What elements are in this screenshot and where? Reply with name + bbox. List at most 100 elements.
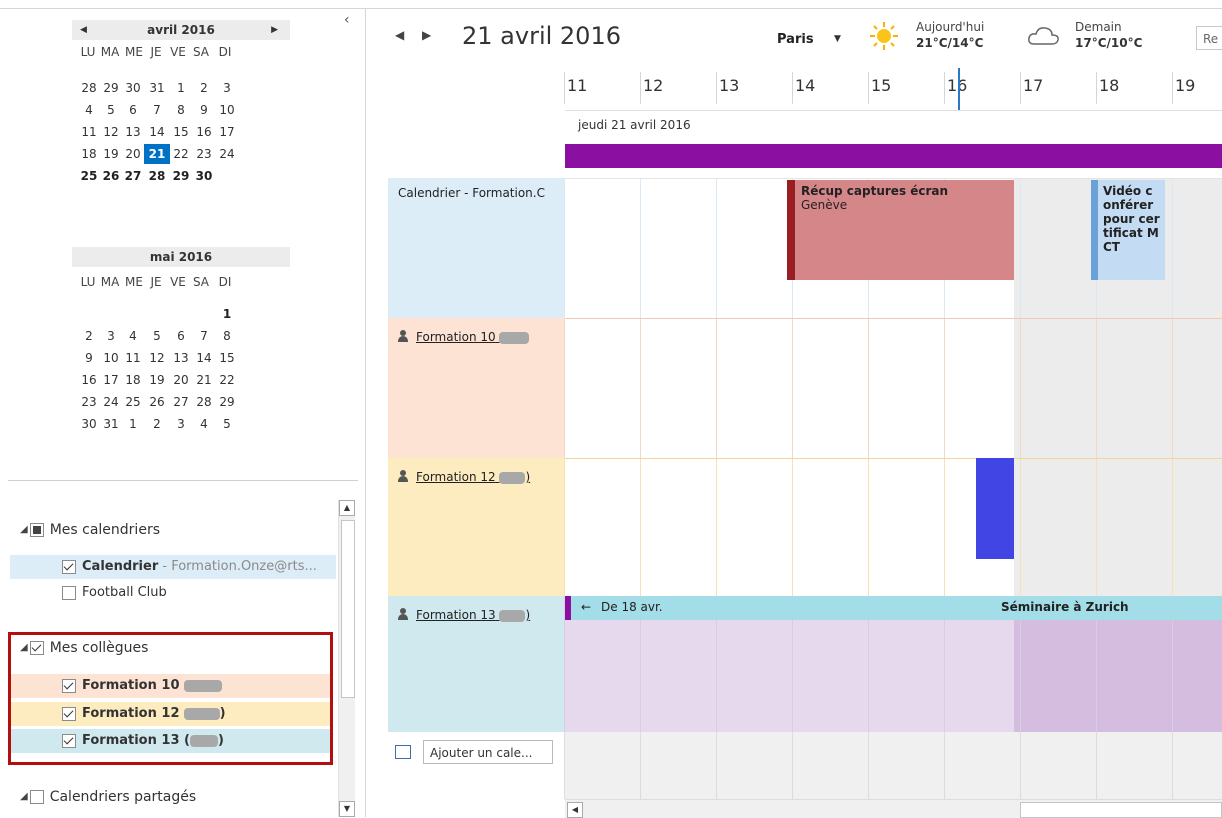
schedule-row-formation-12[interactable] xyxy=(564,458,1222,597)
day-cell[interactable]: 10 xyxy=(100,348,122,368)
day-cell[interactable]: 9 xyxy=(78,348,100,368)
day-cell[interactable]: 31 xyxy=(100,414,122,434)
group-mes-calendriers[interactable]: ◢ Mes calendriers xyxy=(20,518,160,542)
scroll-left-icon[interactable]: ◀ xyxy=(567,802,583,818)
day-cell[interactable]: 14 xyxy=(146,122,168,142)
day-cell[interactable]: 13 xyxy=(122,122,144,142)
day-cell[interactable]: 5 xyxy=(216,414,238,434)
day-cell[interactable]: 29 xyxy=(170,166,192,186)
day-cell[interactable]: 1 xyxy=(216,304,238,324)
day-cell[interactable]: 22 xyxy=(170,144,192,164)
day-cell[interactable]: 20 xyxy=(170,370,192,390)
day-cell[interactable]: 16 xyxy=(193,122,215,142)
day-cell[interactable]: 22 xyxy=(216,370,238,390)
day-cell[interactable]: 7 xyxy=(146,100,168,120)
day-cell[interactable]: 5 xyxy=(100,100,122,120)
day-cell[interactable]: 2 xyxy=(78,326,100,346)
day-cell[interactable]: 17 xyxy=(100,370,122,390)
day-cell[interactable]: 15 xyxy=(216,348,238,368)
group-checkbox[interactable] xyxy=(29,523,44,537)
day-cell[interactable]: 11 xyxy=(78,122,100,142)
day-cell[interactable]: 11 xyxy=(122,348,144,368)
day-cell[interactable]: 3 xyxy=(100,326,122,346)
day-cell[interactable]: 21 xyxy=(144,144,170,164)
scroll-thumb[interactable] xyxy=(341,520,355,698)
day-cell[interactable]: 30 xyxy=(193,166,215,186)
group-checkbox[interactable] xyxy=(29,790,44,804)
day-cell[interactable]: 29 xyxy=(100,78,122,98)
prev-day-icon[interactable]: ◀ xyxy=(395,28,404,42)
day-cell[interactable]: 28 xyxy=(193,392,215,412)
day-cell[interactable]: 16 xyxy=(78,370,100,390)
day-cell[interactable]: 21 xyxy=(193,370,215,390)
day-cell[interactable]: 27 xyxy=(170,392,192,412)
day-cell[interactable]: 14 xyxy=(193,348,215,368)
scroll-thumb[interactable] xyxy=(1020,802,1222,818)
expand-triangle-icon[interactable]: ◢ xyxy=(20,518,28,542)
folder-scrollbar[interactable]: ▲ ▼ xyxy=(338,500,355,817)
day-cell[interactable]: 28 xyxy=(146,166,168,186)
row-name[interactable]: Formation 13 xyxy=(416,608,496,622)
day-cell[interactable]: 24 xyxy=(100,392,122,412)
day-cell[interactable]: 8 xyxy=(216,326,238,346)
day-cell[interactable]: 3 xyxy=(216,78,238,98)
row-title[interactable]: Formation 13 ) xyxy=(398,608,530,622)
day-cell[interactable]: 8 xyxy=(170,100,192,120)
day-cell[interactable]: 25 xyxy=(78,166,100,186)
day-cell[interactable]: 1 xyxy=(122,414,144,434)
day-cell[interactable]: 13 xyxy=(170,348,192,368)
event-seminaire-zurich[interactable]: ← De 18 avr. Séminaire à Zurich xyxy=(565,596,1222,620)
day-cell[interactable]: 15 xyxy=(170,122,192,142)
day-cell[interactable]: 29 xyxy=(216,392,238,412)
group-calendriers-partages[interactable]: ◢ Calendriers partagés xyxy=(20,785,196,809)
day-cell[interactable]: 23 xyxy=(193,144,215,164)
event-busy-block[interactable] xyxy=(976,458,1014,559)
day-cell[interactable]: 1 xyxy=(170,78,192,98)
day-cell[interactable]: 17 xyxy=(216,122,238,142)
day-cell[interactable]: 31 xyxy=(146,78,168,98)
add-calendar-input[interactable]: Ajouter un cale... xyxy=(423,740,553,764)
next-day-icon[interactable]: ▶ xyxy=(422,28,431,42)
day-cell[interactable]: 30 xyxy=(122,78,144,98)
calendar-checkbox[interactable] xyxy=(62,559,76,574)
scroll-down-icon[interactable]: ▼ xyxy=(339,801,355,817)
day-cell[interactable]: 9 xyxy=(193,100,215,120)
day-cell[interactable]: 7 xyxy=(193,326,215,346)
weather-city-selector[interactable]: Paris xyxy=(777,32,814,47)
row-label-calendrier[interactable]: Calendrier - Formation.C xyxy=(388,178,565,318)
day-cell[interactable]: 5 xyxy=(146,326,168,346)
calendar-item-calendrier[interactable]: Calendrier - Formation.Onze@rts... xyxy=(10,555,336,579)
day-cell[interactable]: 20 xyxy=(122,144,144,164)
row-label-formation-10[interactable]: Formation 10 xyxy=(388,318,565,458)
all-day-event-bar[interactable] xyxy=(565,144,1222,168)
day-cell[interactable]: 12 xyxy=(100,122,122,142)
horizontal-scrollbar[interactable]: ◀ xyxy=(565,799,1222,818)
row-name[interactable]: Formation 12 xyxy=(416,470,496,484)
row-name[interactable]: Formation 10 xyxy=(416,330,496,344)
day-cell[interactable]: 26 xyxy=(146,392,168,412)
day-cell[interactable]: 23 xyxy=(78,392,100,412)
day-cell[interactable]: 18 xyxy=(122,370,144,390)
chevron-down-icon[interactable]: ▼ xyxy=(834,34,841,44)
day-cell[interactable]: 28 xyxy=(78,78,100,98)
pane-divider[interactable] xyxy=(365,8,366,817)
schedule-row-formation-10[interactable] xyxy=(564,318,1222,459)
scroll-up-icon[interactable]: ▲ xyxy=(339,500,355,516)
day-cell[interactable]: 19 xyxy=(100,144,122,164)
day-cell[interactable]: 27 xyxy=(122,166,144,186)
day-cell[interactable]: 25 xyxy=(122,392,144,412)
event-video-conference[interactable]: Vidéo conférer pour certificat MCT xyxy=(1091,180,1165,280)
day-cell[interactable]: 10 xyxy=(216,100,238,120)
event-recup-captures[interactable]: Récup captures écran Genève xyxy=(787,180,1014,280)
day-cell[interactable]: 18 xyxy=(78,144,100,164)
day-cell[interactable]: 19 xyxy=(146,370,168,390)
day-cell[interactable]: 2 xyxy=(146,414,168,434)
day-cell[interactable]: 24 xyxy=(216,144,238,164)
row-label-formation-13[interactable]: Formation 13 ) xyxy=(388,596,565,732)
day-cell[interactable]: 2 xyxy=(193,78,215,98)
calendar-checkbox[interactable] xyxy=(62,585,76,600)
day-cell[interactable]: 4 xyxy=(193,414,215,434)
row-label-formation-12[interactable]: Formation 12 ) xyxy=(388,458,565,596)
search-input[interactable]: Re xyxy=(1196,26,1222,50)
day-cell[interactable]: 6 xyxy=(170,326,192,346)
